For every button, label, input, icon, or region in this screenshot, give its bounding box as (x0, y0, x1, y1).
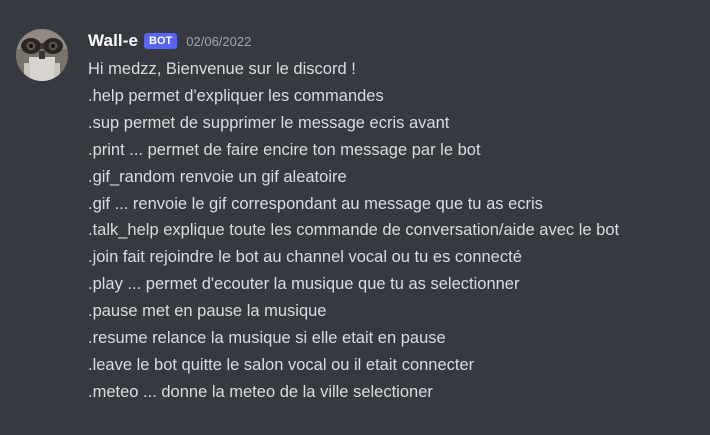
message-line: .leave le bot quitte le salon vocal ou i… (88, 355, 475, 374)
author-name[interactable]: Wall-e (88, 31, 138, 51)
message-content: Hi medzz, Bienvenue sur le discord ! .he… (88, 56, 698, 406)
message-line: .gif_random renvoie un gif aleatoire (88, 167, 347, 186)
message-line: .pause met en pause la musique (88, 302, 327, 321)
message-line: .join fait rejoindre le bot au channel v… (88, 248, 522, 267)
message-line: .meteo ... donne la meteo de la ville se… (88, 382, 433, 401)
message-line: .print ... permet de faire encire ton me… (88, 140, 481, 159)
message-line: .gif ... renvoie le gif correspondant au… (88, 194, 543, 213)
chat-message: Wall-e BOT 02/06/2022 Hi medzz, Bienvenu… (0, 0, 710, 435)
message-line: .play ... permet d'ecouter la musique qu… (88, 275, 520, 294)
avatar[interactable] (16, 29, 68, 81)
message-line: .sup permet de supprimer le message ecri… (88, 113, 450, 132)
message-line: .resume relance la musique si elle etait… (88, 329, 446, 348)
bot-badge: BOT (144, 33, 178, 49)
message-line: .talk_help explique toute les commande d… (88, 221, 620, 240)
robot-avatar-icon (16, 29, 68, 81)
message-header: Wall-e BOT 02/06/2022 (88, 29, 251, 53)
message-line: .help permet d'expliquer les commandes (88, 86, 384, 105)
message-timestamp: 02/06/2022 (186, 33, 252, 49)
message-line: Hi medzz, Bienvenue sur le discord ! (88, 60, 356, 78)
